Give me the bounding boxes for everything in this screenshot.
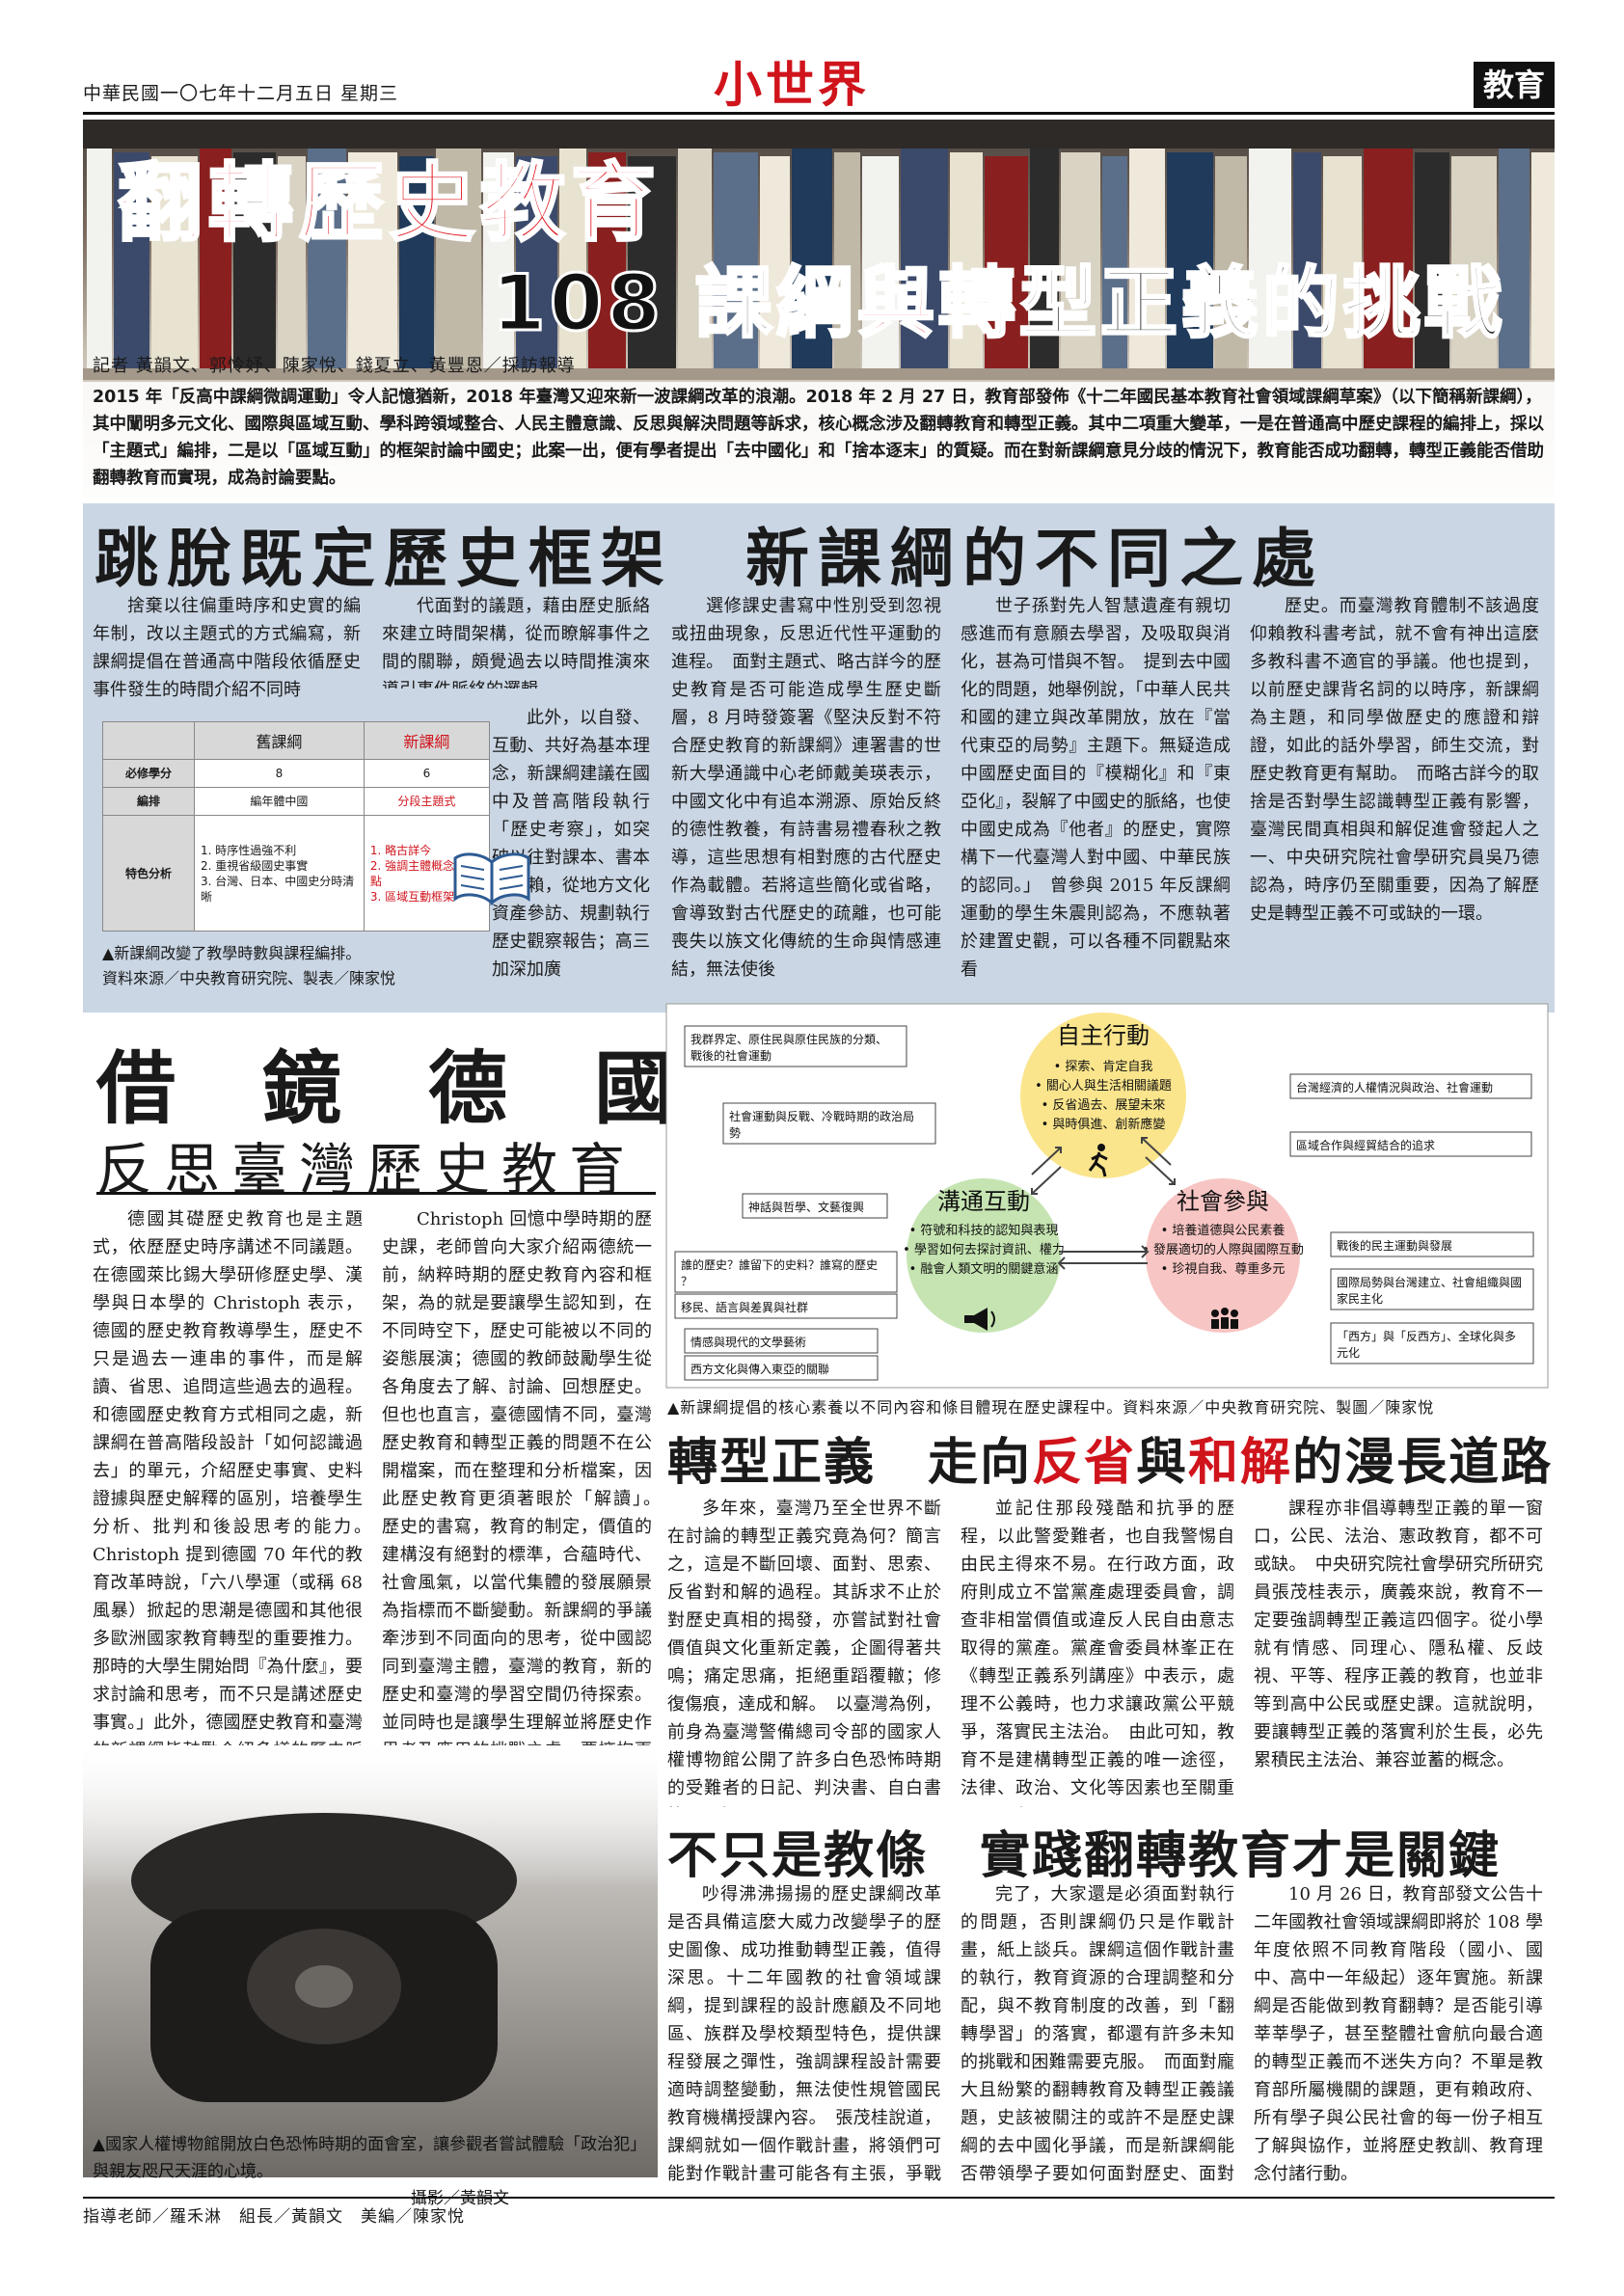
diagram-example-text: 神話與哲學、文藝復興 [748,1200,864,1214]
book-spine [1531,152,1555,368]
table-caption: ▲新課綱改變了教學時數與課程編排。 資料來源／中央教育研究院、製表／陳家悅 [102,944,396,987]
diagram-example-text: 西方文化與傳入東亞的關聯 [690,1362,829,1376]
photo-caption: ▲國家人權博物館開放白色恐怖時期的面會室，讓參觀者嘗試體驗「政治犯」與親友咫尺天… [93,2135,647,2208]
diagram-example-text: ？ [681,1275,692,1288]
table-row: 必修學分 8 6 [102,758,491,788]
curriculum-comparison-table: 舊課綱 新課綱 必修學分 8 6 編排 編年體中國 分段主題式 特色分析 1. … [102,721,491,932]
diagram-item: • 反省過去、展望未來 [1042,1097,1166,1113]
diagram-example-text: 我群界定、原住民與原住民族的分類、 [690,1032,887,1046]
diagram-item: • 探索、肯定自我 [1054,1060,1153,1074]
lead-paragraph: 2015 年「反高中課綱微調運動」令人記憶猶新，2018 年臺灣又迎來新一波課綱… [93,388,1544,488]
table-header-old: 舊課綱 [194,721,365,760]
section2-column-1: 德國其礎歷史教育也是主題式，依歷歷史時序講述不同議題。在德國萊比錫大學研修歷史學… [93,1209,363,1745]
section-tag: 教育 [1474,62,1555,108]
circle-communication-label: 溝通互動 [937,1188,1030,1215]
diagram-example-text: 台灣經濟的人權情況與政治、社會運動 [1296,1080,1493,1094]
section2-column-2: Christoph 回憶中學時期的歷史課，老師曾向大家介紹兩德統一前，納粹時期的… [382,1209,652,1745]
section1-column-5: 歷史。而臺灣教育體制不該過度仰賴教科書考試，就不會有神出這麼多教科書不適官的爭議… [1250,596,1539,924]
circle-self-action-label: 自主行動 [1057,1022,1150,1049]
diagram-item: • 珍視自我、尊重多元 [1161,1261,1286,1277]
section3-heading: 轉型正義 走向反省與和解的漫長道路 [667,1434,1554,1492]
competency-diagram: 自主行動 溝通互動 社會參與 • 探索、肯定自我 • 關心人與生活相關議題 • 反省… [665,1003,1549,1389]
diagram-item: • 關心人與生活相關議題 [1035,1079,1172,1094]
table-corner [102,721,195,760]
section2-rule [96,1192,656,1195]
table-header-new: 新課綱 [363,721,491,760]
section1-heading: 跳脫既定歷史框架 新課綱的不同之處 [95,522,1324,596]
top-rule [83,112,1555,115]
section4-column-3: 10 月 26 日，教育部發文公告十二年國教社會領域課綱即將於 108 學年度依… [1254,1884,1543,2184]
hero-title-line1: 翻轉歷史教育 [116,152,663,255]
reporter-byline: 記者 黃韻文、郭怜妤、陳家悅、錢夏立、黃豐恩／採訪報導 [93,356,576,376]
diagram-example-text: 國際局勢與台灣建立、社會組織與國 [1337,1275,1522,1289]
open-book-icon [453,852,530,906]
masthead-logo: 小世界 [714,56,870,113]
date-line: 中華民國一〇七年十二月五日 星期三 [83,83,399,104]
section4-column-2: 完了，大家還是必須面對執行的問題，否則課綱仍只是作戰計畫，紙上談兵。課綱這個作戰… [961,1884,1234,2184]
section4-heading: 不只是教條 實踐翻轉教育才是關鍵 [667,1827,1502,1885]
diagram-item: • 培養道德與公民素養 [1161,1223,1286,1238]
section4-column-1: 吵得沸沸揚揚的歷史課綱改革是否具備這麼大威力改變學子的歷史圖像、成功推動轉型正義… [667,1884,941,2184]
section1-column-3: 選修課史書寫中性別受到忽視或扭曲現象，反思近代性平運動的進程。 面對主題式、略古… [671,596,941,980]
communication-items: • 符號和科技的認知與表現 • 學習如何去探討資訊、權力 • 融會人類文明的關鍵意涵 [903,1223,1065,1277]
footer-rule [83,2197,1555,2199]
section1-column-1: 捨棄以往偏重時序和史實的編年制，改以主題式的方式編寫，新課綱提倡在普通高中階段依… [93,596,361,700]
diagram-example-text: 勢 [729,1125,741,1140]
book-spine [87,149,112,368]
section1-column-2a: 代面對的議題，藉由歷史脈絡來建立時間架構，從而瞭解事件之間的關聯，頗覺過去以時間… [382,596,650,689]
table-row: 特色分析 1. 時序性過強不利 2. 重視省級國史事實 3. 台灣、日本、中國史… [102,815,491,932]
section2-heading: 借鏡德國 [96,1043,761,1135]
section3-column-3: 課程亦非倡導轉型正義的單一窗口，公民、法治、憲政教育，都不可或缺。 中央研究院社… [1254,1499,1543,1770]
diagram-item: • 融會人類文明的關鍵意涵 [909,1261,1059,1277]
diagram-example-text: 誰的歷史？誰留下的史料？誰寫的歷史 [681,1257,878,1272]
social-items: • 培養道德與公民素養 • 發展適切的人際與國際互動 • 珍視自我、尊重多元 [1142,1223,1304,1277]
hero-title-line2: 108 課綱與轉型正義的挑戰 [491,257,1505,350]
section3-column-2: 並記住那段殘酷和抗爭的歷程，以此警愛難者，也自我警惕自由民主得來不易。在行政方面… [961,1499,1234,1807]
diagram-example-text: 情感與現代的文學藝術 [690,1335,806,1349]
diagram-caption: ▲新課綱提倡的核心素養以不同內容和條目體現在歷史課程中。資料來源／中央教育研究院… [667,1398,1435,1417]
diagram-example-text: 社會運動與反戰、冷戰時期的政治局 [729,1109,914,1123]
diagram-item: • 符號和科技的認知與表現 [909,1223,1059,1238]
diagram-example-text: 戰後的民主運動與發展 [1337,1238,1452,1253]
diagram-item: • 發展適切的人際與國際互動 [1142,1242,1304,1257]
diagram-example-text: 「西方」與「反西方」、全球化與多 [1337,1329,1516,1343]
telephone-photo [83,1736,658,2177]
section1-column-4: 世子孫對先人智慧遺產有親切感進而有意願去學習，及吸取與消化，甚為可惜與不智。 提… [961,596,1231,980]
diagram-example-text: 戰後的社會運動 [690,1048,771,1063]
diagram-item: • 學習如何去探討資訊、權力 [903,1242,1065,1257]
section3-column-1: 多年來，臺灣乃至全世界不斷在討論的轉型正義究竟為何？簡言之，這是不斷回壞、面對、… [667,1499,941,1807]
footer-credits: 指導老師／羅禾淋 組長／黃韻文 美編／陳家悅 [83,2207,465,2227]
diagram-example-text: 區域合作與經貿結合的追求 [1296,1138,1435,1152]
diagram-example-text: 移民、語言與差異與社群 [681,1300,808,1314]
circle-social-label: 社會參與 [1177,1188,1269,1215]
diagram-item: • 與時俱進、創新應變 [1042,1117,1166,1132]
table-row: 編排 編年體中國 分段主題式 [102,786,491,817]
diagram-example-text: 家民主化 [1337,1291,1383,1306]
diagram-example-text: 元化 [1337,1346,1360,1360]
